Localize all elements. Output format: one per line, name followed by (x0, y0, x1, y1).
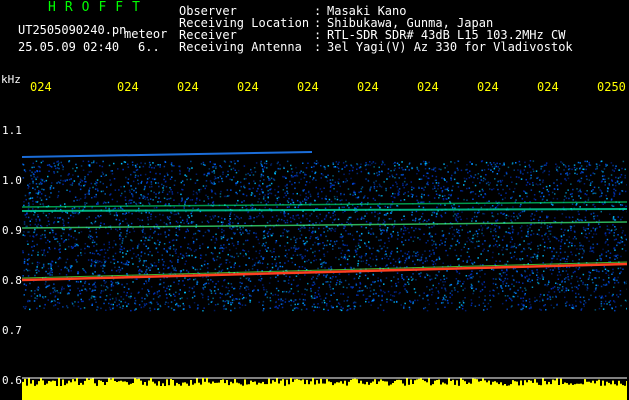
app-title: HROFFT (48, 0, 149, 15)
freq-tick: 0.6 (2, 374, 22, 387)
signal-noise-field (22, 160, 627, 312)
freq-tick: 0.8 (2, 274, 22, 287)
carrier-band-0.95 (22, 201, 627, 208)
datetime-label: 25.05.09 02:40 (18, 40, 120, 54)
field-value-antenna: 3el Yagi(V) Az 330 for Vladivostok (327, 40, 573, 54)
carrier-band-0.80 (22, 262, 627, 282)
spectrogram (22, 151, 627, 400)
filename-label: UT2505090240.pn (18, 23, 127, 37)
freq-tick: 1.1 (2, 124, 22, 137)
freq-tick: 0.7 (2, 324, 22, 337)
freq-unit-label: kHz (1, 73, 21, 86)
power-bar-strip (22, 378, 627, 400)
field-sep: : (314, 40, 322, 54)
carrier-band-1.05 (22, 151, 313, 158)
freq-tick: 0.9 (2, 224, 22, 237)
carrier-band-0.90 (22, 221, 627, 229)
field-label-antenna: Receiving Antenna (179, 40, 302, 54)
freq-tick: 1.0 (2, 174, 22, 187)
extra-label: 6.. (138, 40, 160, 54)
mode-label: meteor (124, 27, 168, 41)
